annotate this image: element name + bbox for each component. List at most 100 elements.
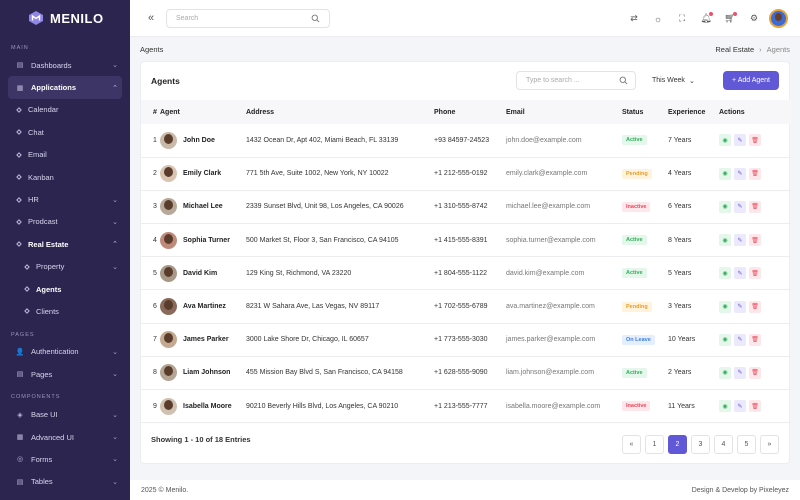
avatar (160, 165, 177, 183)
chevron-down-icon: ⌄ (112, 218, 118, 226)
sidebar-item-clients[interactable]: Clients (0, 300, 130, 322)
status-cell: Inactive (622, 390, 668, 423)
view-icon[interactable]: ◉ (719, 400, 731, 413)
sidebar-item-applications[interactable]: ▦ Applications ⌃ (8, 76, 122, 99)
page-prev-button[interactable]: « (622, 435, 641, 454)
agent[interactable]: Michael Lee (160, 198, 246, 216)
page-button[interactable]: 5 (737, 435, 756, 454)
table-icon: ▤ (16, 478, 24, 486)
sidebar-item-base-ui[interactable]: ◈ Base UI ⌄ (0, 403, 130, 425)
actions-cell: ◉ ✎ 🗑︎ (719, 257, 791, 290)
sidebar-item-property[interactable]: Property ⌄ (0, 256, 130, 278)
actions-cell: ◉ ✎ 🗑︎ (719, 124, 791, 157)
sidebar-item-advanced-ui[interactable]: ▦ Advanced UI ⌄ (0, 426, 130, 448)
status-badge: Inactive (622, 401, 651, 412)
trash-icon[interactable]: 🗑︎ (749, 300, 761, 313)
view-icon[interactable]: ◉ (719, 234, 731, 247)
sidebar-item-tables[interactable]: ▤ Tables ⌄ (0, 471, 130, 493)
sidebar-item-email[interactable]: Email (0, 144, 130, 166)
bullet-icon (16, 241, 22, 248)
search-input[interactable]: Search (166, 9, 330, 28)
col-header-agent: Agent (160, 108, 180, 116)
trash-icon[interactable]: 🗑︎ (749, 333, 761, 346)
user-avatar[interactable] (769, 9, 788, 28)
add-agent-button[interactable]: + Add Agent (723, 71, 779, 90)
status-badge: On Leave (622, 334, 655, 345)
collapse-sidebar-icon[interactable]: « (148, 12, 154, 24)
agent[interactable]: John Doe (160, 131, 246, 149)
edit-icon[interactable]: ✎ (734, 134, 746, 147)
sun-icon[interactable]: ☼ (646, 9, 670, 29)
agent[interactable]: Liam Johnson (160, 364, 246, 382)
sidebar-item-hr[interactable]: HR ⌄ (0, 188, 130, 210)
page-button[interactable]: 3 (691, 435, 710, 454)
phone-cell: +1 310-555-8742 (434, 203, 488, 211)
agent[interactable]: Isabella Moore (160, 397, 246, 415)
agent[interactable]: Sophia Turner (160, 231, 246, 249)
trash-icon[interactable]: 🗑︎ (749, 366, 761, 379)
sidebar-item-label: Kanban (28, 172, 54, 182)
sidebar-item-dashboards[interactable]: ▤ Dashboards ⌄ (0, 54, 130, 76)
translate-icon[interactable]: ⇄ (622, 9, 646, 29)
breadcrumb-parent[interactable]: Real Estate (715, 45, 754, 54)
sidebar-item-kanban[interactable]: Kanban (0, 166, 130, 188)
email-cell: ava.martinez@example.com (506, 303, 595, 311)
trash-icon[interactable]: 🗑︎ (749, 400, 761, 413)
phone-cell: +1 628-555-9090 (434, 369, 488, 377)
period-dropdown[interactable]: This Week ⌄ (646, 71, 701, 90)
view-icon[interactable]: ◉ (719, 333, 731, 346)
agent-cell: John Doe (160, 124, 246, 157)
trash-icon[interactable]: 🗑︎ (749, 234, 761, 247)
trash-icon[interactable]: 🗑︎ (749, 167, 761, 180)
credits[interactable]: Design & Develop by Pixeleyez (692, 487, 789, 494)
agent[interactable]: James Parker (160, 331, 246, 349)
row-number: 8 (153, 369, 157, 377)
view-icon[interactable]: ◉ (719, 167, 731, 180)
sidebar-item-label: Base UI (31, 410, 58, 420)
sidebar-item-pages[interactable]: ▤ Pages ⌄ (0, 363, 130, 385)
edit-icon[interactable]: ✎ (734, 300, 746, 313)
edit-icon[interactable]: ✎ (734, 366, 746, 379)
actions-cell: ◉ ✎ 🗑︎ (719, 224, 791, 257)
sidebar-item-authentication[interactable]: 👤 Authentication ⌄ (0, 341, 130, 363)
trash-icon[interactable]: 🗑︎ (749, 267, 761, 280)
actions-cell: ◉ ✎ 🗑︎ (719, 390, 791, 423)
search-icon (619, 76, 628, 85)
edit-icon[interactable]: ✎ (734, 200, 746, 213)
view-icon[interactable]: ◉ (719, 134, 731, 147)
edit-icon[interactable]: ✎ (734, 400, 746, 413)
sidebar-item-agents[interactable]: Agents (0, 278, 130, 300)
experience-cell: 2 Years (668, 369, 692, 377)
edit-icon[interactable]: ✎ (734, 333, 746, 346)
agent[interactable]: David Kim (160, 264, 246, 282)
agent[interactable]: Ava Martinez (160, 298, 246, 316)
gear-icon[interactable]: ⚙ (742, 9, 766, 29)
edit-icon[interactable]: ✎ (734, 167, 746, 180)
page-button[interactable]: 4 (714, 435, 733, 454)
trash-icon[interactable]: 🗑︎ (749, 200, 761, 213)
edit-icon[interactable]: ✎ (734, 234, 746, 247)
page-next-button[interactable]: » (760, 435, 779, 454)
sidebar-item-calendar[interactable]: Calendar (0, 99, 130, 121)
avatar (160, 264, 177, 282)
brand[interactable]: MENILO (0, 0, 130, 36)
agent[interactable]: Emily Clark (160, 165, 246, 183)
edit-icon[interactable]: ✎ (734, 267, 746, 280)
view-icon[interactable]: ◉ (719, 267, 731, 280)
sidebar-item-real-estate[interactable]: Real Estate ⌃ (0, 233, 130, 255)
view-icon[interactable]: ◉ (719, 300, 731, 313)
sidebar-item-prodcast[interactable]: Prodcast ⌄ (0, 211, 130, 233)
page-button[interactable]: 1 (645, 435, 664, 454)
page-button[interactable]: 2 (668, 435, 687, 454)
sidebar-item-forms[interactable]: ◎ Forms ⌄ (0, 448, 130, 470)
sidebar-item-chat[interactable]: Chat (0, 121, 130, 143)
cart-icon[interactable]: 🛒︎ (718, 9, 742, 29)
agent-cell: Ava Martinez (160, 290, 246, 323)
actions-cell: ◉ ✎ 🗑︎ (719, 157, 791, 190)
fullscreen-icon[interactable]: ⛶ (670, 9, 694, 29)
trash-icon[interactable]: 🗑︎ (749, 134, 761, 147)
bell-icon[interactable]: 🔔︎ (694, 9, 718, 29)
view-icon[interactable]: ◉ (719, 200, 731, 213)
view-icon[interactable]: ◉ (719, 366, 731, 379)
table-search-input[interactable]: Type to search ... (516, 71, 636, 90)
